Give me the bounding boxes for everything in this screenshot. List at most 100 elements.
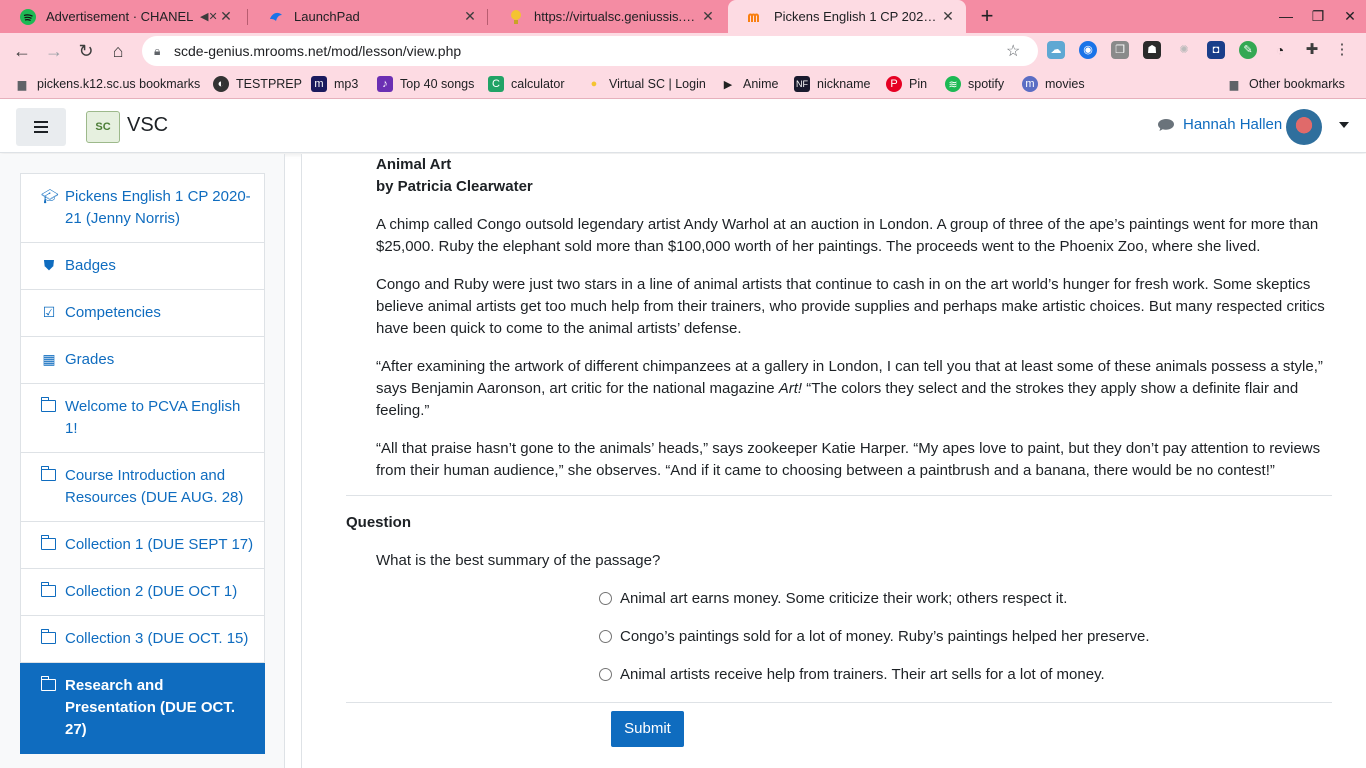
folder-icon	[40, 535, 57, 552]
browser-menu-icon[interactable]: ⋮	[1333, 41, 1351, 59]
folder-icon	[40, 397, 57, 414]
user-name[interactable]: Hannah Hallen	[1183, 116, 1282, 133]
restore-button[interactable]: ❐	[1302, 0, 1334, 33]
cloud-extension-icon[interactable]: ☁	[1047, 41, 1065, 59]
nav-item-competencies[interactable]: ☑ Competencies	[20, 290, 265, 337]
speed-extension-icon[interactable]: ◔	[1271, 41, 1289, 59]
close-window-button[interactable]: ✕	[1334, 0, 1366, 33]
folder-icon: ▆	[1229, 78, 1239, 91]
url-text: scde-genius.mrooms.net/mod/lesson/view.p…	[174, 43, 462, 59]
lock-icon: 🔒︎	[154, 43, 161, 58]
pinterest-icon: P	[886, 76, 902, 92]
close-icon[interactable]: ✕	[940, 8, 956, 25]
radio-button[interactable]	[599, 591, 612, 605]
folder-icon: ▆	[17, 78, 27, 91]
folder-icon	[40, 629, 57, 646]
radio-button[interactable]	[599, 667, 612, 681]
calculator-icon: C	[488, 76, 504, 92]
submit-button[interactable]: Submit	[611, 711, 684, 747]
site-logo[interactable]: SC	[86, 111, 120, 143]
bookmark-nickname[interactable]: NF nickname	[794, 75, 871, 93]
graduation-cap-icon: 🎓︎	[41, 188, 59, 204]
bookmark-star-icon[interactable]: ☆	[1006, 41, 1026, 61]
question-text: What is the best summary of the passage?	[376, 552, 661, 569]
new-tab-button[interactable]: +	[976, 4, 998, 28]
browser-tab-pickens-english[interactable]: Pickens English 1 CP 2020-21 (J ✕	[728, 0, 966, 33]
answer-option-1[interactable]: Animal art earns money. Some criticize t…	[599, 587, 1067, 609]
back-button[interactable]: ←	[10, 39, 34, 63]
passage-paragraph: “After examining the artwork of differen…	[376, 358, 1323, 419]
bookmark-pin[interactable]: P Pin	[886, 75, 927, 93]
shield-extension-icon[interactable]: ◉	[1079, 41, 1097, 59]
answer-option-2[interactable]: Congo’s paintings sold for a lot of mone…	[599, 625, 1149, 647]
square-extension-icon[interactable]: ◘	[1207, 41, 1225, 59]
folder-icon	[40, 676, 57, 693]
bookmark-top40[interactable]: ♪ Top 40 songs	[377, 75, 474, 93]
table-icon: ▦	[42, 351, 56, 367]
nav-item-collection-1[interactable]: Collection 1 (DUE SEPT 17)	[20, 522, 265, 569]
spotify-icon	[20, 8, 36, 25]
browser-tab-chanel[interactable]: Advertisement · CHANEL ◀✕ ✕	[0, 0, 244, 33]
nav-item-collection-2[interactable]: Collection 2 (DUE OCT 1)	[20, 569, 265, 616]
answer-option-3[interactable]: Animal artists receive help from trainer…	[599, 663, 1105, 685]
passage-paragraph: “All that praise hasn’t gone to the anim…	[376, 440, 1321, 479]
bookmark-anime[interactable]: ▶ Anime	[720, 75, 779, 93]
nav-item-grades[interactable]: ▦ Grades	[20, 337, 265, 384]
message-icon[interactable]	[1157, 118, 1175, 132]
nav-drawer: 🎓︎ Pickens English 1 CP 2020-21 (Jenny N…	[0, 154, 285, 768]
nf-icon: NF	[794, 76, 810, 92]
mute-icon[interactable]: ◀✕	[200, 10, 218, 23]
bookmark-mp3[interactable]: m mp3	[311, 75, 358, 93]
forward-button[interactable]: →	[42, 39, 66, 63]
close-icon[interactable]: ✕	[700, 8, 716, 25]
other-bookmarks[interactable]: ▆ Other bookmarks	[1226, 75, 1345, 93]
avatar[interactable]	[1286, 109, 1322, 145]
music-icon: ♪	[377, 76, 393, 92]
reload-button[interactable]: ↻	[74, 39, 98, 63]
chevron-down-icon[interactable]	[1339, 122, 1349, 128]
bookmark-movies[interactable]: m movies	[1022, 75, 1085, 93]
folder-icon	[40, 466, 57, 483]
hamburger-icon	[34, 121, 48, 123]
divider	[346, 495, 1332, 496]
passage-title: Animal Art	[376, 156, 452, 173]
nav-item-welcome[interactable]: Welcome to PCVA English 1!	[20, 384, 265, 453]
testprep-icon: ◐	[213, 76, 229, 92]
ghostery-extension-icon[interactable]: ☗	[1143, 41, 1161, 59]
site-name[interactable]: VSC	[127, 114, 168, 137]
bookmark-testprep[interactable]: ◐ TESTPREP	[213, 75, 302, 93]
browser-toolbar: ← → ↻ ⌂ 🔒︎ scde-genius.mrooms.net/mod/le…	[0, 33, 1366, 69]
shield-icon: ⛊	[43, 257, 55, 273]
loading-extension-icon[interactable]: ✺	[1175, 41, 1193, 59]
nav-item-research-presentation[interactable]: Research and Presentation (DUE OCT. 27)	[20, 663, 265, 754]
home-button[interactable]: ⌂	[106, 39, 130, 63]
nav-item-badges[interactable]: ⛊ Badges	[20, 243, 265, 290]
bookmark-pickens[interactable]: ▆ pickens.k12.sc.us bookmarks	[14, 75, 201, 93]
nav-item-collection-3[interactable]: Collection 3 (DUE OCT. 15)	[20, 616, 265, 663]
close-icon[interactable]: ✕	[218, 8, 234, 25]
main-content: Animal Art by Patricia Clearwater A chim…	[301, 154, 1366, 768]
pen-extension-icon[interactable]: ✎	[1239, 41, 1257, 59]
address-bar[interactable]: 🔒︎ scde-genius.mrooms.net/mod/lesson/vie…	[142, 36, 1038, 66]
extensions-puzzle-icon[interactable]: ✚	[1303, 41, 1321, 59]
browser-tab-bar: Advertisement · CHANEL ◀✕ ✕ LaunchPad ✕ …	[0, 0, 1366, 33]
browser-tab-launchpad[interactable]: LaunchPad ✕	[248, 0, 488, 33]
nav-item-course[interactable]: 🎓︎ Pickens English 1 CP 2020-21 (Jenny N…	[20, 173, 265, 243]
radio-button[interactable]	[599, 629, 612, 643]
bookmark-virtualsc[interactable]: ● Virtual SC | Login	[586, 75, 706, 93]
drawer-toggle-button[interactable]	[16, 108, 66, 146]
moodle-icon	[748, 9, 764, 25]
nav-item-course-intro[interactable]: Course Introduction and Resources (DUE A…	[20, 453, 265, 522]
browser-tab-geniussis[interactable]: https://virtualsc.geniussis.com/ ✕	[488, 0, 726, 33]
mp3-icon: m	[311, 76, 327, 92]
launchpad-icon	[268, 9, 284, 25]
divider	[346, 702, 1332, 703]
site-header: SC VSC Hannah Hallen	[0, 100, 1366, 153]
close-icon[interactable]: ✕	[462, 8, 478, 25]
minimize-button[interactable]: —	[1270, 0, 1302, 33]
bookmark-calculator[interactable]: Ccalculator	[488, 75, 565, 93]
passage: Animal Art by Patricia Clearwater A chim…	[376, 154, 1334, 482]
movies-icon: m	[1022, 76, 1038, 92]
bookmark-spotify[interactable]: ≋ spotify	[945, 75, 1004, 93]
copy-extension-icon[interactable]: ❐	[1111, 41, 1129, 59]
